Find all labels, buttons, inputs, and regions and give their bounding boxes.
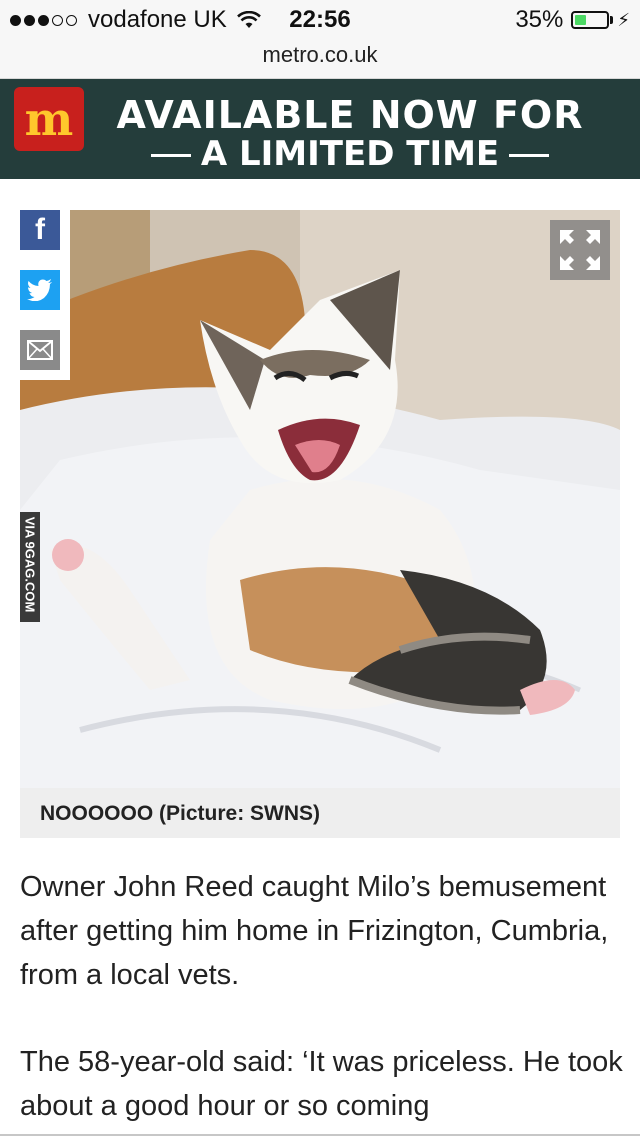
article-paragraph: The 58-year-old said: ‘It was priceless.… bbox=[20, 1046, 623, 1122]
battery-percent: 35% bbox=[515, 6, 564, 33]
facebook-share-button[interactable]: f bbox=[20, 210, 60, 250]
status-bar: vodafone UK 22:56 35% ⚡︎ metro.co.uk bbox=[0, 0, 640, 79]
share-bar: f bbox=[20, 210, 70, 380]
status-left: vodafone UK bbox=[10, 6, 261, 34]
envelope-icon bbox=[27, 340, 53, 360]
wifi-icon bbox=[236, 11, 261, 28]
facebook-icon: f bbox=[35, 213, 45, 246]
fullscreen-button[interactable] bbox=[550, 220, 610, 280]
charging-icon: ⚡︎ bbox=[617, 9, 630, 30]
article-paragraph: Owner John Reed caught Milo’s bemusement… bbox=[20, 871, 609, 991]
article-photo[interactable] bbox=[20, 210, 620, 788]
photo-caption: NOOOOOO (Picture: SWNS) bbox=[40, 802, 321, 825]
battery-cap bbox=[610, 16, 614, 24]
status-right: 35% ⚡︎ bbox=[515, 6, 630, 34]
battery-level bbox=[575, 15, 587, 25]
mcdonalds-logo: m bbox=[14, 87, 84, 151]
photo-caption-bar: NOOOOOO (Picture: SWNS) bbox=[20, 788, 620, 838]
signal-strength-icon bbox=[10, 14, 80, 26]
watermark-text: VIA 9GAG.COM bbox=[22, 516, 38, 613]
photo-watermark: VIA 9GAG.COM bbox=[20, 512, 40, 622]
expand-icon bbox=[560, 230, 600, 270]
email-share-button[interactable] bbox=[20, 330, 60, 370]
carrier-name: vodafone UK bbox=[88, 6, 227, 33]
ad-headline: AVAILABLE NOW FOR bbox=[116, 93, 584, 137]
battery-icon bbox=[571, 11, 610, 29]
ad-subheadline: A LIMITED TIME bbox=[100, 134, 600, 174]
twitter-share-button[interactable] bbox=[20, 270, 60, 310]
cat-photo-image bbox=[20, 210, 620, 788]
ad-banner[interactable]: m AVAILABLE NOW FOR A LIMITED TIME bbox=[0, 79, 640, 179]
twitter-icon bbox=[27, 279, 52, 301]
address-bar-url[interactable]: metro.co.uk bbox=[0, 42, 640, 68]
